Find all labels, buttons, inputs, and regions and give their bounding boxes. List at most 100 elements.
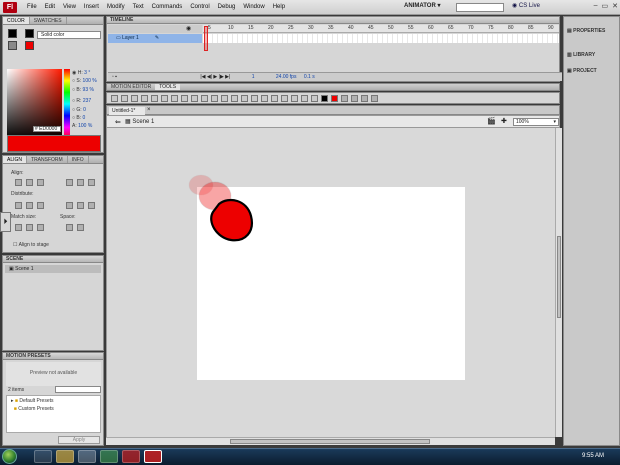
close-icon[interactable]: ✕: [612, 2, 618, 10]
new-layer-icon[interactable]: ▫: [112, 74, 114, 80]
back-arrow-icon[interactable]: ⇐: [115, 118, 121, 126]
tab-swatches[interactable]: SWATCHES: [30, 17, 67, 24]
vertical-scroll-thumb[interactable]: [557, 236, 561, 318]
zoom-tool-icon[interactable]: [311, 94, 318, 102]
taskbar-flash-icon[interactable]: [144, 450, 162, 463]
fill-color-swatch-tool[interactable]: [331, 94, 338, 102]
menu-item-text[interactable]: Text: [129, 4, 148, 10]
taskbar-ie-icon[interactable]: [34, 450, 52, 463]
space-horizontal-icon[interactable]: [77, 224, 84, 231]
align-bottom-icon[interactable]: [88, 179, 95, 186]
paint-bucket-tool-icon[interactable]: [261, 94, 268, 102]
rectangle-tool-icon[interactable]: [191, 94, 198, 102]
menu-item-help[interactable]: Help: [269, 4, 289, 10]
align-right-icon[interactable]: [37, 179, 44, 186]
stroke-color-swatch-tool[interactable]: [321, 94, 328, 102]
eyedropper-tool-icon[interactable]: [281, 94, 288, 102]
distribute-right-icon[interactable]: [88, 202, 95, 209]
help-search-input[interactable]: [456, 3, 504, 12]
match-width-icon[interactable]: [15, 224, 22, 231]
stroke-color-swatch[interactable]: [8, 29, 17, 38]
scene-list-item[interactable]: ▣ Scene 1: [5, 265, 101, 273]
fill-bucket-icon[interactable]: [8, 41, 17, 50]
distribute-vcenter-icon[interactable]: [26, 202, 33, 209]
edit-scene-icon[interactable]: 🎬: [487, 117, 496, 125]
tab-align[interactable]: ALIGN: [3, 156, 28, 163]
menu-item-view[interactable]: View: [59, 4, 80, 10]
menu-item-file[interactable]: File: [23, 4, 41, 10]
taskbar-folder-icon[interactable]: [56, 450, 74, 463]
menu-item-edit[interactable]: Edit: [41, 4, 59, 10]
frame-rate[interactable]: 24.00 fps: [276, 74, 297, 80]
swap-colors-icon[interactable]: [341, 94, 348, 102]
free-transform-tool-icon[interactable]: [131, 94, 138, 102]
straighten-icon[interactable]: [371, 94, 378, 102]
match-height-icon[interactable]: [26, 224, 33, 231]
apply-button[interactable]: Apply: [58, 436, 100, 444]
document-tab[interactable]: Untitled-1*: [109, 107, 145, 115]
preset-search-input[interactable]: [55, 386, 101, 393]
eye-icon[interactable]: ◉: [186, 26, 191, 32]
gradient-transform-tool-icon[interactable]: [141, 94, 148, 102]
preset-folder-custom[interactable]: ■ Custom Presets: [7, 406, 100, 412]
zoom-select[interactable]: 100% ▾: [513, 118, 559, 126]
align-hcenter-icon[interactable]: [26, 179, 33, 186]
horizontal-scroll-thumb[interactable]: [230, 439, 430, 444]
playhead[interactable]: [204, 26, 208, 51]
delete-layer-icon[interactable]: ▪: [115, 74, 117, 80]
distribute-hcenter-icon[interactable]: [77, 202, 84, 209]
maximize-icon[interactable]: ▭: [602, 2, 609, 10]
distribute-bottom-icon[interactable]: [37, 202, 44, 209]
line-tool-icon[interactable]: [181, 94, 188, 102]
hue-slider[interactable]: [64, 69, 70, 139]
taskbar-media-icon[interactable]: [78, 450, 96, 463]
start-button-icon[interactable]: [2, 449, 17, 464]
align-top-icon[interactable]: [66, 179, 73, 186]
text-tool-icon[interactable]: [171, 94, 178, 102]
selection-tool-icon[interactable]: [111, 94, 118, 102]
play-controls[interactable]: |◀ ◀| ▶ |▶ ▶|: [200, 74, 230, 80]
eraser-tool-icon[interactable]: [291, 94, 298, 102]
properties-tab[interactable]: ▤ PROPERTIES: [567, 28, 605, 34]
pasteboard[interactable]: [106, 128, 555, 437]
panel-collapse-icon[interactable]: ⏵: [0, 212, 11, 232]
library-tab[interactable]: ▥ LIBRARY: [567, 52, 595, 58]
tab-tools[interactable]: TOOLS: [155, 84, 181, 90]
pen-tool-icon[interactable]: [161, 94, 168, 102]
brush-tool-icon[interactable]: [221, 94, 228, 102]
distribute-top-icon[interactable]: [15, 202, 22, 209]
ink-bottle-tool-icon[interactable]: [271, 94, 278, 102]
horizontal-scrollbar[interactable]: [106, 437, 555, 445]
workspace-switcher[interactable]: ANIMATOR ▾: [404, 2, 440, 9]
stroke-color-chip[interactable]: [25, 29, 34, 38]
tab-color[interactable]: COLOR: [3, 17, 30, 24]
project-tab[interactable]: ▣ PROJECT: [567, 68, 597, 74]
lasso-tool-icon[interactable]: [151, 94, 158, 102]
menu-item-control[interactable]: Control: [186, 4, 213, 10]
layer-row[interactable]: ▭ Layer 1 ✎: [108, 34, 202, 43]
distribute-left-icon[interactable]: [66, 202, 73, 209]
frame-row[interactable]: [203, 34, 559, 43]
bind-tool-icon[interactable]: [251, 94, 258, 102]
subselection-tool-icon[interactable]: [121, 94, 128, 102]
hex-input[interactable]: # ED0000: [33, 126, 61, 132]
fill-color-chip[interactable]: [25, 41, 34, 50]
edit-symbol-icon[interactable]: ✚: [501, 117, 507, 125]
taskbar-chrome-icon[interactable]: [100, 450, 118, 463]
preset-folder-default[interactable]: ▸ ■ Default Presets: [7, 396, 100, 406]
match-both-icon[interactable]: [37, 224, 44, 231]
menu-item-debug[interactable]: Debug: [214, 4, 240, 10]
smooth-icon[interactable]: [361, 94, 368, 102]
minimize-icon[interactable]: –: [594, 2, 598, 10]
close-tab-icon[interactable]: ×: [147, 107, 151, 113]
oval-tool-icon[interactable]: [201, 94, 208, 102]
tab-motion-editor[interactable]: MOTION EDITOR: [107, 84, 155, 90]
menu-item-commands[interactable]: Commands: [148, 4, 187, 10]
fill-type-select[interactable]: Solid color: [37, 31, 101, 39]
hand-tool-icon[interactable]: [301, 94, 308, 102]
deco-tool-icon[interactable]: [231, 94, 238, 102]
bone-tool-icon[interactable]: [241, 94, 248, 102]
menu-item-insert[interactable]: Insert: [80, 4, 103, 10]
menu-item-window[interactable]: Window: [239, 4, 268, 10]
cs-live-button[interactable]: ◉ CS Live: [512, 2, 540, 9]
